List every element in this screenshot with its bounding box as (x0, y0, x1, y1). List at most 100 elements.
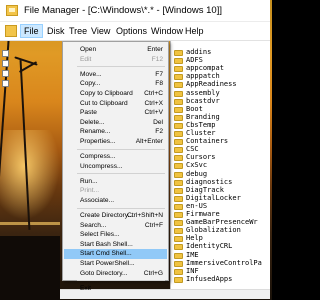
menu-separator (77, 207, 165, 209)
folder-name: DiagTrack (186, 185, 224, 194)
menu-item-shortcut: Ctrl+V (144, 109, 163, 117)
folder-name: AppReadiness (186, 80, 237, 89)
file-menu-item-print[interactable]: Print... (64, 186, 167, 196)
menu-item-label: Print... (80, 187, 100, 195)
menu-options[interactable]: Options (113, 25, 150, 37)
file-menu-item-exit[interactable]: Exit (64, 284, 167, 294)
menu-item-label: Associate... (80, 196, 115, 204)
folder-name: diagnostics (186, 177, 233, 186)
menu-item-label: Paste (80, 109, 97, 117)
menu-window[interactable]: Window (148, 25, 186, 37)
folder-name: Cursors (186, 153, 216, 162)
file-menu-item-start-bash-shell[interactable]: Start Bash Shell... (64, 240, 167, 250)
file-menu-item-paste[interactable]: Paste Ctrl+V (64, 108, 167, 118)
folder-name: CbsTemp (186, 120, 216, 129)
folder-icon (174, 244, 183, 251)
folder-icon (174, 90, 183, 97)
folder-name: ImmersiveControlPa (186, 258, 262, 267)
folder-name: IME (186, 250, 199, 259)
tree-node[interactable] (0, 69, 60, 79)
file-menu-item-associate[interactable]: Associate... (64, 196, 167, 206)
file-menu-item-start-cmd-shell[interactable]: Start Cmd Shell... (64, 249, 167, 260)
file-menu-item-cut-to-clipboard[interactable]: Cut to Clipboard Ctrl+X (64, 99, 167, 109)
title-bar[interactable]: File Manager - [C:\Windows\*.* - [Window… (0, 0, 270, 22)
folder-name: INF (186, 266, 199, 275)
file-menu-item-edit[interactable]: Edit F12 (64, 55, 167, 65)
menu-item-label: Move... (80, 70, 102, 78)
folder-name: appcompat (186, 64, 224, 73)
file-menu-item-goto-directory[interactable]: Goto Directory... Ctrl+G (64, 269, 167, 279)
folder-icon (174, 58, 183, 65)
menu-tree[interactable]: Tree (66, 25, 90, 37)
file-list-item[interactable]: InfusedApps (171, 275, 270, 284)
file-menu-item-search[interactable]: Search... Ctrl+F (64, 221, 167, 231)
file-menu-item-copy[interactable]: Copy... F8 (64, 79, 167, 89)
folder-name: GameBarPresenceWr (186, 218, 258, 227)
menu-separator (77, 173, 165, 175)
menu-separator (77, 280, 165, 282)
menu-disk[interactable]: Disk (44, 25, 68, 37)
folder-icon (174, 236, 183, 243)
menu-item-label: Delete... (80, 118, 105, 126)
menu-item-shortcut: F7 (155, 70, 163, 78)
file-menu-item-properties[interactable]: Properties... Alt+Enter (64, 137, 167, 147)
folder-name: Containers (186, 137, 229, 146)
folder-icon (174, 98, 183, 105)
file-manager-window: File Manager - [C:\Windows\*.* - [Window… (0, 0, 272, 300)
tree-node[interactable] (0, 79, 60, 89)
folder-name: Cluster (186, 129, 216, 137)
file-menu-item-copy-to-clipboard[interactable]: Copy to Clipboard Ctrl+C (64, 89, 167, 99)
folder-name: CxSvc (186, 161, 208, 170)
menu-item-shortcut: Ctrl+C (144, 89, 163, 97)
file-menu-item-compress[interactable]: Compress... (64, 152, 167, 162)
menu-item-label: Rename... (80, 128, 111, 136)
folder-name: Branding (186, 112, 220, 121)
menu-item-shortcut: Ctrl+G (143, 269, 163, 277)
folder-name: IdentityCRL (186, 242, 233, 251)
folder-icon (174, 260, 183, 267)
folder-icon (174, 114, 183, 121)
menu-view[interactable]: View (88, 25, 113, 37)
file-menu-item-move[interactable]: Move... F7 (64, 70, 167, 80)
file-menu-item-uncompress[interactable]: Uncompress... (64, 162, 167, 172)
file-menu-item-run[interactable]: Run... (64, 177, 167, 187)
folder-icon (174, 268, 183, 275)
menu-item-label: Cut to Clipboard (80, 99, 128, 107)
file-menu-item-delete[interactable]: Delete... Del (64, 118, 167, 128)
tree-expander-icon[interactable] (2, 60, 9, 67)
tree-node[interactable] (0, 59, 60, 69)
file-menu-item-create-directory[interactable]: Create Directory... Ctrl+Shift+N (64, 211, 167, 221)
folder-name: Help (186, 234, 203, 243)
file-manager-app-icon (6, 5, 18, 16)
menu-item-label: Exit (80, 284, 91, 292)
folder-icon (174, 50, 183, 56)
file-menu-item-start-powershell[interactable]: Start PowerShell... (64, 259, 167, 269)
tree-expander-icon[interactable] (2, 80, 9, 87)
menu-item-label: Open (80, 46, 97, 53)
file-menu-item-select-files[interactable]: Select Files... (64, 230, 167, 240)
menu-item-label: Select Files... (80, 231, 120, 239)
file-menu-item-rename[interactable]: Rename... F2 (64, 127, 167, 137)
folder-icon (174, 66, 183, 73)
folder-name: addins (186, 48, 212, 56)
file-list-pane[interactable]: addins ADFS appcompat apppatch AppReadiness a… (170, 41, 270, 289)
folder-icon (174, 220, 183, 227)
menu-item-label: Search... (80, 221, 107, 229)
folder-icon (174, 276, 183, 283)
menu-item-shortcut: F12 (151, 55, 163, 63)
folder-icon (174, 163, 183, 170)
menu-help[interactable]: Help (182, 25, 207, 37)
tree-expander-icon[interactable] (2, 50, 9, 57)
menu-file[interactable]: File (20, 24, 43, 38)
tree-node[interactable] (0, 49, 60, 59)
folder-name: assembly (186, 88, 220, 97)
system-menu-icon[interactable] (5, 25, 17, 37)
folder-icon (174, 155, 183, 162)
directory-tree-pane (0, 41, 60, 271)
menu-item-shortcut: Del (153, 118, 163, 126)
folder-name: Boot (186, 104, 203, 113)
tree-expander-icon[interactable] (2, 70, 9, 77)
menu-item-label: Copy to Clipboard (80, 89, 133, 97)
file-menu-item-open[interactable]: Open Enter (64, 45, 167, 55)
folder-name: bcastdvr (186, 96, 220, 105)
